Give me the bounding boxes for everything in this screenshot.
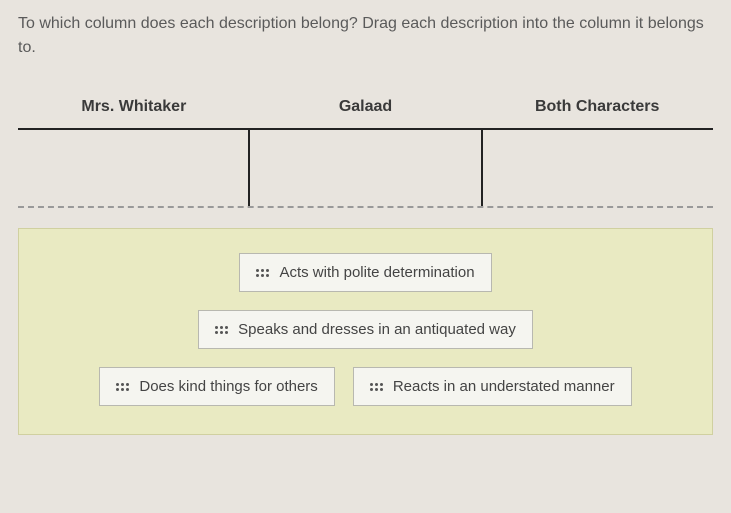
grip-icon — [116, 383, 129, 391]
chip-label: Reacts in an understated manner — [393, 378, 615, 395]
column-header-whitaker: Mrs. Whitaker — [18, 88, 250, 128]
column-header-galaad: Galaad — [250, 88, 482, 128]
chip-label: Acts with polite determination — [279, 264, 474, 281]
chip-antiquated-way[interactable]: Speaks and dresses in an antiquated way — [198, 310, 533, 349]
drop-row — [18, 128, 713, 208]
drop-zone-galaad[interactable] — [250, 130, 482, 206]
drop-zone-both[interactable] — [483, 130, 713, 206]
chip-label: Does kind things for others — [139, 378, 317, 395]
sort-table: Mrs. Whitaker Galaad Both Characters — [18, 88, 713, 208]
drop-zone-whitaker[interactable] — [18, 130, 250, 206]
chip-kind-things[interactable]: Does kind things for others — [99, 367, 334, 406]
column-header-both: Both Characters — [481, 88, 713, 128]
grip-icon — [370, 383, 383, 391]
chip-label: Speaks and dresses in an antiquated way — [238, 321, 516, 338]
instructions-text: To which column does each description be… — [18, 12, 713, 60]
chip-understated-manner[interactable]: Reacts in an understated manner — [353, 367, 632, 406]
chip-polite-determination[interactable]: Acts with polite determination — [239, 253, 491, 292]
table-headers: Mrs. Whitaker Galaad Both Characters — [18, 88, 713, 128]
chip-tray: Acts with polite determination Speaks an… — [18, 228, 713, 435]
grip-icon — [256, 269, 269, 277]
grip-icon — [215, 326, 228, 334]
